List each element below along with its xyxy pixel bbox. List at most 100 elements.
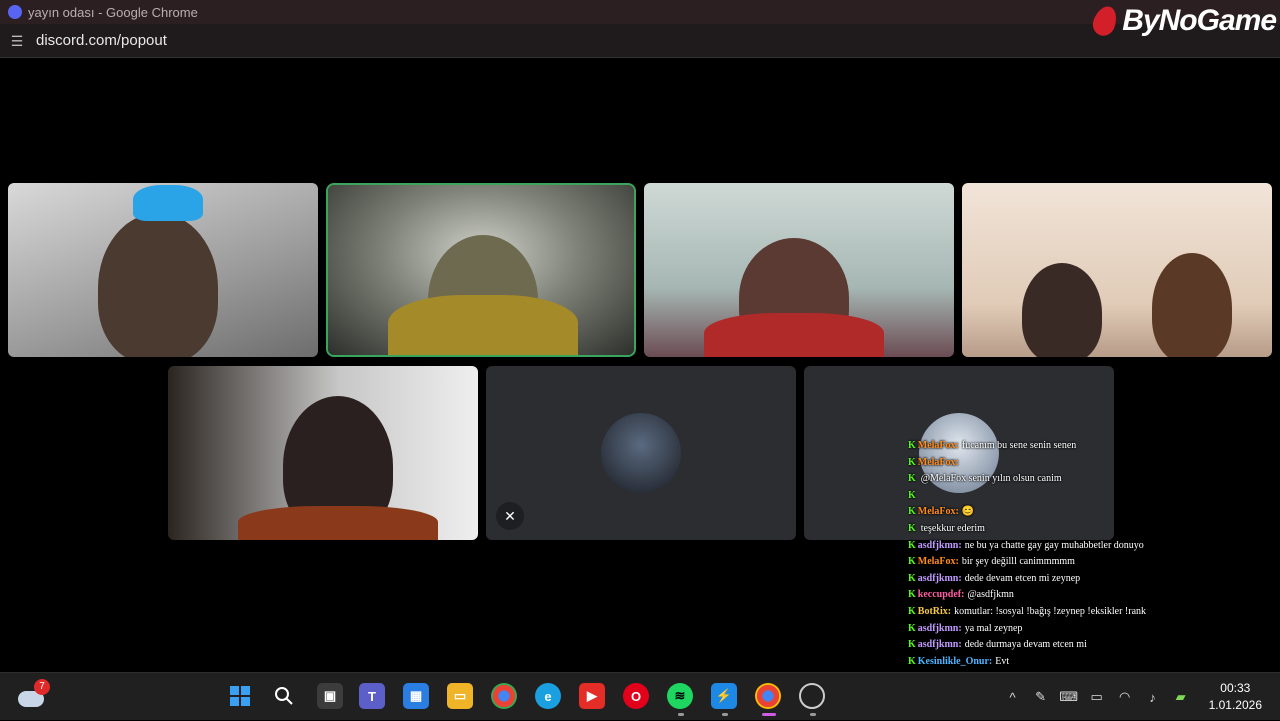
chat-message: K MelaFox: [908, 455, 1280, 472]
running-indicator [722, 713, 728, 716]
active-indicator [762, 713, 776, 716]
kick-badge-icon: K [908, 655, 916, 667]
store-icon[interactable]: ▦ [403, 683, 429, 709]
running-indicator [810, 713, 816, 716]
chat-message: K BotRix: komutlar: !sosyal !bağış !zeynep… [908, 604, 1280, 621]
start-icon[interactable] [227, 683, 253, 709]
video-tile-3[interactable] [644, 183, 954, 357]
search-icon[interactable] [271, 683, 297, 709]
task-view-icon[interactable]: ▣ [317, 683, 343, 709]
participant-shirt [388, 295, 578, 355]
chat-message: Kasdfjkmn: dede devam etcen mi zeynep [908, 571, 1280, 588]
opera-icon[interactable]: O [623, 683, 649, 709]
kick-badge-icon: K [908, 539, 916, 551]
battery-icon[interactable]: ▰ [1170, 689, 1192, 705]
user-avatar [601, 413, 681, 493]
chat-username: asdfjkmn: [917, 622, 962, 634]
chat-username: keccupdef: [917, 589, 965, 601]
brand-logo: ByNoGame [1089, 0, 1277, 42]
chat-text: teşekkur ederim [920, 522, 985, 534]
participant-video [1022, 263, 1102, 357]
youtube-icon[interactable]: ▶ [579, 683, 605, 709]
kick-badge-icon: K [908, 622, 916, 634]
chat-text: 😊 [961, 506, 975, 518]
kick-badge-icon: K [908, 506, 916, 518]
spotify-icon[interactable]: ≋ [667, 683, 693, 709]
chat-text: dede devam etcen mi zeynep [964, 572, 1081, 584]
chat-message: Kasdfjkmn: ne bu ya chatte gay gay muhabb… [908, 538, 1280, 555]
chat-username: BotRix: [917, 605, 952, 617]
chat-text: @MelaFox senin yılın olsun canim [920, 473, 1062, 485]
kick-badge-icon: K [908, 440, 916, 451]
flame-icon [1089, 3, 1121, 39]
clock[interactable]: 00:33 1.01.2026 [1209, 680, 1262, 714]
recording-app-icon[interactable] [799, 683, 825, 709]
browser-titlebar: yayın odası - Google Chrome [0, 0, 1280, 24]
video-tile-1[interactable] [8, 183, 318, 357]
wifi-icon[interactable]: ◠ [1114, 689, 1136, 705]
teams-icon[interactable]: T [359, 683, 385, 709]
running-indicator [678, 713, 684, 716]
video-tile-4[interactable] [962, 183, 1272, 357]
brand-text: ByNoGame [1122, 4, 1277, 37]
chat-text: komutlar: !sosyal !bağış !zeynep !eksikl… [954, 605, 1147, 617]
chat-text: ne bu ya chatte gay gay muhabbetler donu… [964, 539, 1144, 551]
kick-badge-icon: K [908, 639, 916, 651]
kick-badge-icon: K [908, 589, 916, 601]
kick-badge-icon: K [908, 489, 916, 501]
chat-message: KKesinlikle_Onur:Evt [908, 654, 1280, 671]
address-bar[interactable]: ☰ discord.com/popout [0, 24, 1280, 58]
chat-text: dede durmaya devam etcen mi [964, 639, 1087, 651]
chevron-up-icon[interactable]: ^ [1002, 690, 1024, 705]
taskbar: 7 ▣ T ▦ ▭ e ▶ O ≋ ⚡ ^ ✎ ⌨ ▭ ◠ ♪ ▰ 00:33 … [0, 672, 1280, 720]
pen-icon[interactable]: ✎ [1030, 689, 1052, 705]
chat-username: MelaFox: [917, 440, 959, 451]
chat-message: K @MelaFox senin yılın olsun canim [908, 471, 1280, 488]
chrome-profile-icon[interactable] [755, 683, 781, 709]
volume-icon[interactable]: ♪ [1142, 690, 1164, 705]
avatar-tile-6[interactable]: ✕ [486, 366, 796, 540]
video-tile-5[interactable] [168, 366, 478, 540]
muted-mic-icon: ✕ [496, 502, 524, 530]
chat-message: K [908, 488, 1280, 505]
participant-shirt [238, 506, 438, 540]
chat-message: Kasdfjkmn: dede durmaya devam etcen mi [908, 637, 1280, 654]
window-title: yayın odası - Google Chrome [28, 4, 198, 20]
chat-text: @asdfjkmn [967, 589, 1014, 601]
weather-badge: 7 [34, 679, 50, 695]
chat-username: asdfjkmn: [917, 572, 962, 584]
file-explorer-icon[interactable]: ▭ [447, 683, 473, 709]
kick-badge-icon: K [908, 605, 916, 617]
kick-badge-icon: K [908, 556, 916, 568]
kick-badge-icon: K [908, 473, 916, 485]
chat-message: K MelaFox: 😊 [908, 504, 1280, 521]
kick-badge-icon: K [908, 456, 916, 468]
edge-icon[interactable]: e [535, 683, 561, 709]
chat-message: Kteşekkur ederim [908, 521, 1280, 538]
weather-widget[interactable]: 7 [18, 679, 50, 709]
display-icon[interactable]: ▭ [1086, 689, 1108, 705]
chat-username: MelaFox: [917, 456, 959, 468]
chat-message: K MelaFox: bir şey değilll canimmmmm [908, 554, 1280, 571]
kick-badge-icon: K [908, 522, 916, 534]
app-icon[interactable]: ⚡ [711, 683, 737, 709]
video-tile-2[interactable] [326, 183, 636, 357]
chrome-icon[interactable] [491, 683, 517, 709]
chat-username: Kesinlikle_Onur: [917, 655, 993, 667]
chat-text: Evt [995, 655, 1010, 667]
bow-accessory [133, 185, 203, 221]
keyboard-icon[interactable]: ⌨ [1058, 689, 1080, 705]
chat-username: MelaFox: [917, 556, 959, 568]
chat-message: Kasdfjkmn: ya mal zeynep [908, 621, 1280, 638]
url-text[interactable]: discord.com/popout [36, 32, 167, 49]
kick-badge-icon: K [908, 572, 916, 584]
chat-username: asdfjkmn: [917, 539, 962, 551]
clock-date: 1.01.2026 [1208, 698, 1262, 712]
site-settings-icon[interactable]: ☰ [8, 32, 26, 50]
chat-username: asdfjkmn: [917, 639, 962, 651]
system-tray: ^ ✎ ⌨ ▭ ◠ ♪ ▰ 00:33 1.01.2026 [999, 673, 1280, 721]
participant-video [98, 213, 218, 357]
chat-text: ya mal zeynep [964, 622, 1023, 634]
chat-message: Kkeccupdef: @asdfjkmn [908, 587, 1280, 604]
chat-text: bir şey değilll canimmmmm [961, 556, 1075, 568]
